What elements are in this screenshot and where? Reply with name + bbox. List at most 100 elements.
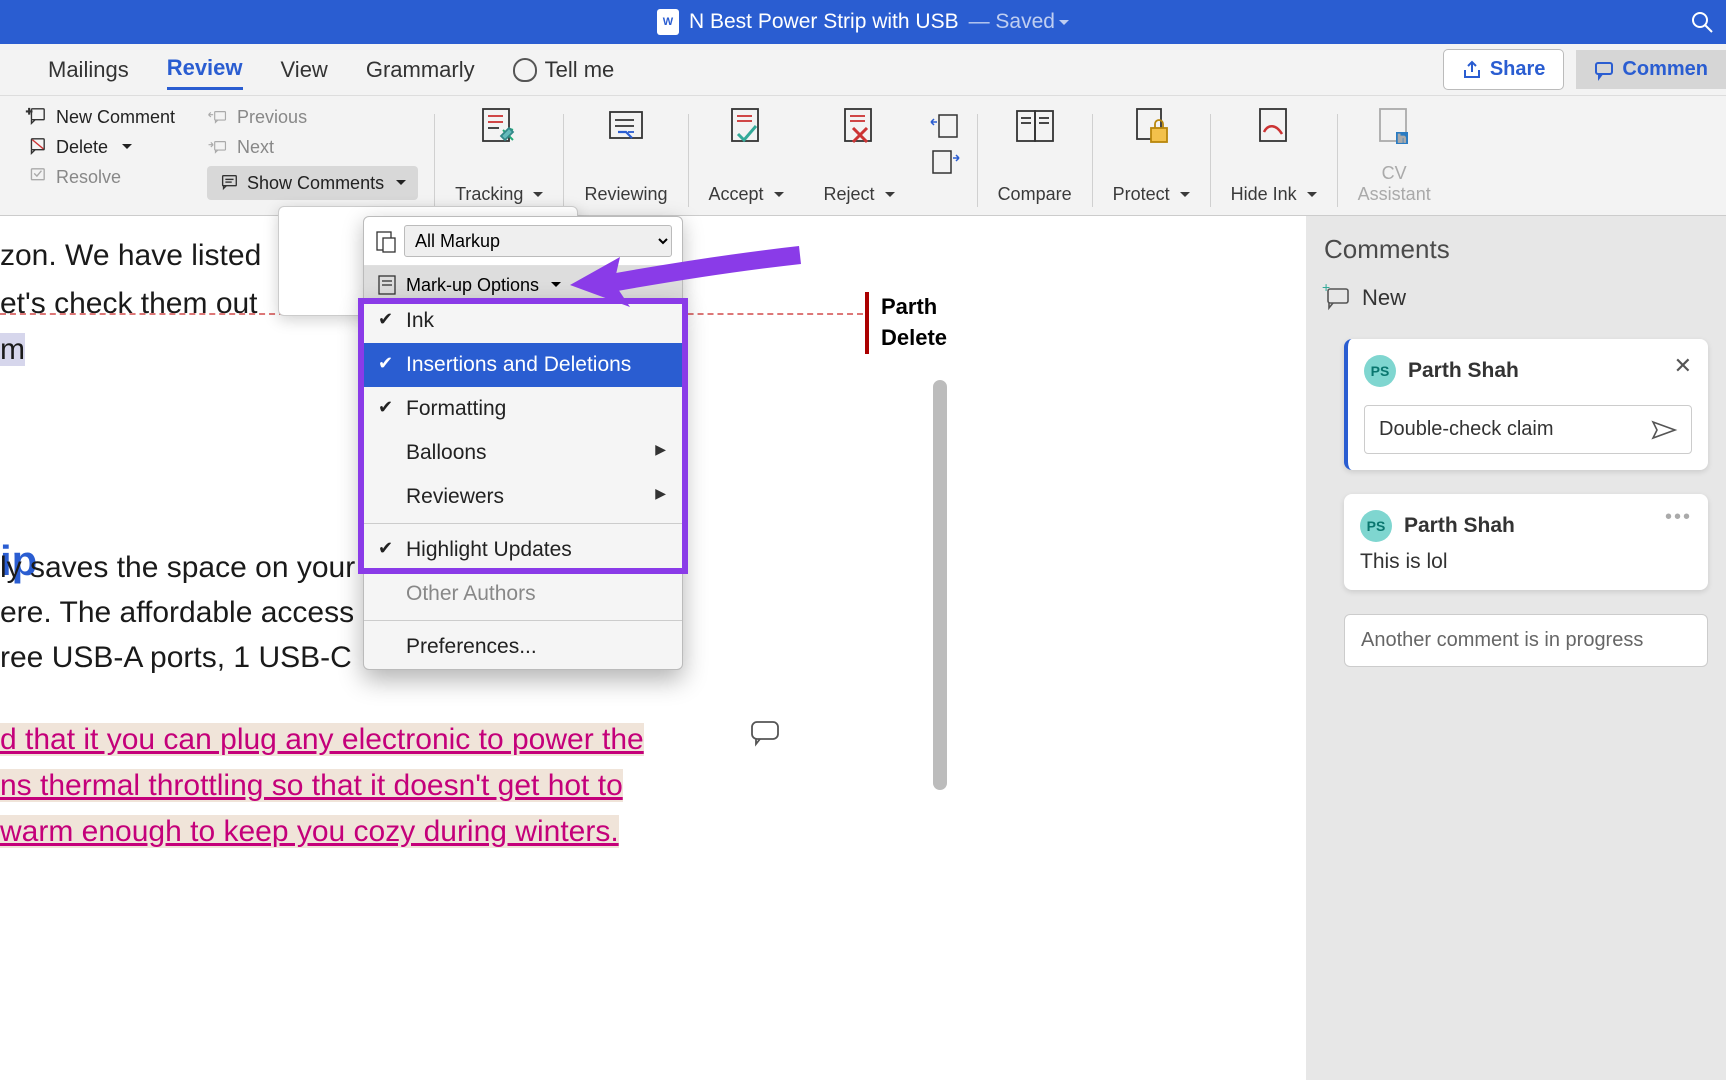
new-comment-button[interactable]: + New Comment [26, 106, 175, 128]
titlebar: W N Best Power Strip with USB — Saved [0, 0, 1726, 44]
accept-button[interactable]: Accept [689, 96, 804, 215]
previous-comment-button: Previous [207, 106, 418, 128]
new-comment-action[interactable]: + New [1324, 285, 1708, 311]
saved-status[interactable]: — Saved [969, 10, 1069, 34]
compare-button[interactable]: Compare [978, 96, 1092, 215]
doc-para-a: ly saves the space on your [0, 551, 355, 584]
markup-options-icon [376, 274, 398, 296]
accept-label: Accept [709, 184, 784, 205]
comment-card-active[interactable]: ✕ PS Parth Shah Double-check claim [1344, 339, 1708, 470]
markup-options-menu: Ink Insertions and Deletions Formatting … [363, 298, 683, 670]
hide-ink-button[interactable]: Hide Ink [1211, 96, 1337, 215]
comments-pane: Comments + New ✕ PS Parth Shah Double-ch… [1306, 216, 1726, 1080]
new-comment-label: New [1362, 285, 1406, 311]
avatar: PS [1360, 510, 1392, 542]
compare-icon [1013, 106, 1057, 146]
hide-ink-icon [1252, 106, 1296, 146]
title-center: W N Best Power Strip with USB — Saved [657, 9, 1069, 35]
tell-me-search[interactable]: Tell me [513, 51, 615, 89]
comment-author: Parth Shah [1404, 514, 1515, 538]
comment-marker-icon[interactable] [750, 720, 780, 746]
annotation-arrow-icon [570, 245, 810, 315]
markup-display-icon [374, 230, 396, 252]
protect-button[interactable]: Protect [1093, 96, 1210, 215]
show-comments-button[interactable]: Show Comments [207, 166, 418, 200]
protect-label: Protect [1113, 184, 1190, 205]
protect-icon [1129, 106, 1173, 146]
doc-line-1a: zon. We have listed [0, 239, 261, 272]
comments-label: Commen [1622, 58, 1708, 81]
reject-label: Reject [824, 184, 895, 205]
more-icon[interactable]: ••• [1665, 506, 1692, 529]
compare-label: Compare [998, 184, 1072, 205]
menu-insertions-deletions[interactable]: Insertions and Deletions [364, 343, 682, 387]
document-title: N Best Power Strip with USB [689, 10, 959, 34]
delete-comment-button[interactable]: Delete [26, 136, 175, 158]
tab-view[interactable]: View [281, 51, 328, 89]
menu-formatting[interactable]: Formatting [364, 387, 682, 431]
tracking-group[interactable]: Tracking [435, 96, 563, 215]
comment-input-value: Double-check claim [1379, 418, 1554, 441]
doc-para-c: ree USB-A ports, 1 USB-C [0, 641, 352, 674]
new-comment-label: New Comment [56, 107, 175, 128]
next-icon [207, 136, 227, 158]
bulb-icon [513, 58, 537, 82]
menu-preferences[interactable]: Preferences... [364, 625, 682, 669]
reject-button[interactable]: Reject [804, 96, 915, 215]
reviewing-icon [604, 106, 648, 146]
resolve-label: Resolve [56, 167, 121, 188]
menu-other-authors: Other Authors [364, 572, 682, 616]
tab-grammarly[interactable]: Grammarly [366, 51, 475, 89]
send-icon[interactable] [1651, 420, 1677, 440]
menu-reviewers[interactable]: Reviewers [364, 475, 682, 519]
ribbon: + New Comment Delete Resolve Previous Ne… [0, 96, 1726, 216]
delete-label: Delete [56, 137, 108, 158]
tab-mailings[interactable]: Mailings [48, 51, 129, 89]
tab-review[interactable]: Review [167, 49, 243, 90]
revision-balloon[interactable]: Parth Delete [865, 292, 947, 354]
comments-pane-title: Comments [1324, 234, 1708, 265]
tracking-label: Tracking [455, 184, 543, 205]
next-label: Next [237, 137, 274, 158]
word-doc-icon: W [657, 9, 679, 35]
menu-separator-2 [364, 620, 682, 621]
tracking-icon [477, 106, 521, 146]
scrollbar-thumb[interactable] [933, 380, 947, 790]
hide-ink-label: Hide Ink [1231, 184, 1317, 205]
reject-icon [837, 106, 881, 146]
previous-label: Previous [237, 107, 307, 128]
share-button[interactable]: Share [1443, 49, 1565, 90]
menu-balloons[interactable]: Balloons [364, 431, 682, 475]
markup-options-label: Mark-up Options [406, 275, 539, 296]
doc-line-3: m [0, 333, 25, 366]
doc-para-b: ere. The affordable access [0, 596, 354, 629]
tell-me-label: Tell me [545, 57, 615, 83]
search-icon[interactable] [1690, 10, 1714, 34]
prev-change-icon[interactable] [931, 112, 961, 140]
comment-body: This is lol [1360, 550, 1692, 574]
tracked-line-3: warm enough to keep you cozy during wint… [0, 815, 619, 848]
comment-author: Parth Shah [1408, 359, 1519, 383]
next-change-icon[interactable] [931, 148, 961, 176]
ribbon-tabs: Mailings Review View Grammarly Tell me S… [0, 44, 1726, 96]
cv-assistant-button: in CV Assistant [1338, 96, 1451, 215]
close-icon[interactable]: ✕ [1674, 353, 1692, 379]
show-comments-icon [219, 172, 239, 194]
svg-text:+: + [26, 106, 32, 118]
menu-highlight-updates[interactable]: Highlight Updates [364, 528, 682, 572]
tracked-line-1: d that it you can plug any electronic to… [0, 723, 644, 756]
comment-input[interactable]: Double-check claim [1364, 405, 1692, 454]
doc-line-2a: et's check them out [0, 287, 258, 320]
new-comment-pane-icon: + [1324, 286, 1350, 310]
comment-card[interactable]: ••• PS Parth Shah This is lol [1344, 494, 1708, 590]
reviewing-group[interactable]: Reviewing [564, 96, 687, 215]
resolve-button: Resolve [26, 166, 175, 188]
resolve-icon [26, 166, 46, 188]
revision-author: Parth [881, 294, 937, 319]
comments-button[interactable]: Commen [1576, 50, 1726, 89]
reviewing-label: Reviewing [584, 184, 667, 205]
tracked-line-2: ns thermal throttling so that it doesn't… [0, 769, 623, 802]
share-label: Share [1490, 58, 1546, 81]
previous-icon [207, 106, 227, 128]
comment-in-progress: Another comment is in progress [1344, 614, 1708, 667]
